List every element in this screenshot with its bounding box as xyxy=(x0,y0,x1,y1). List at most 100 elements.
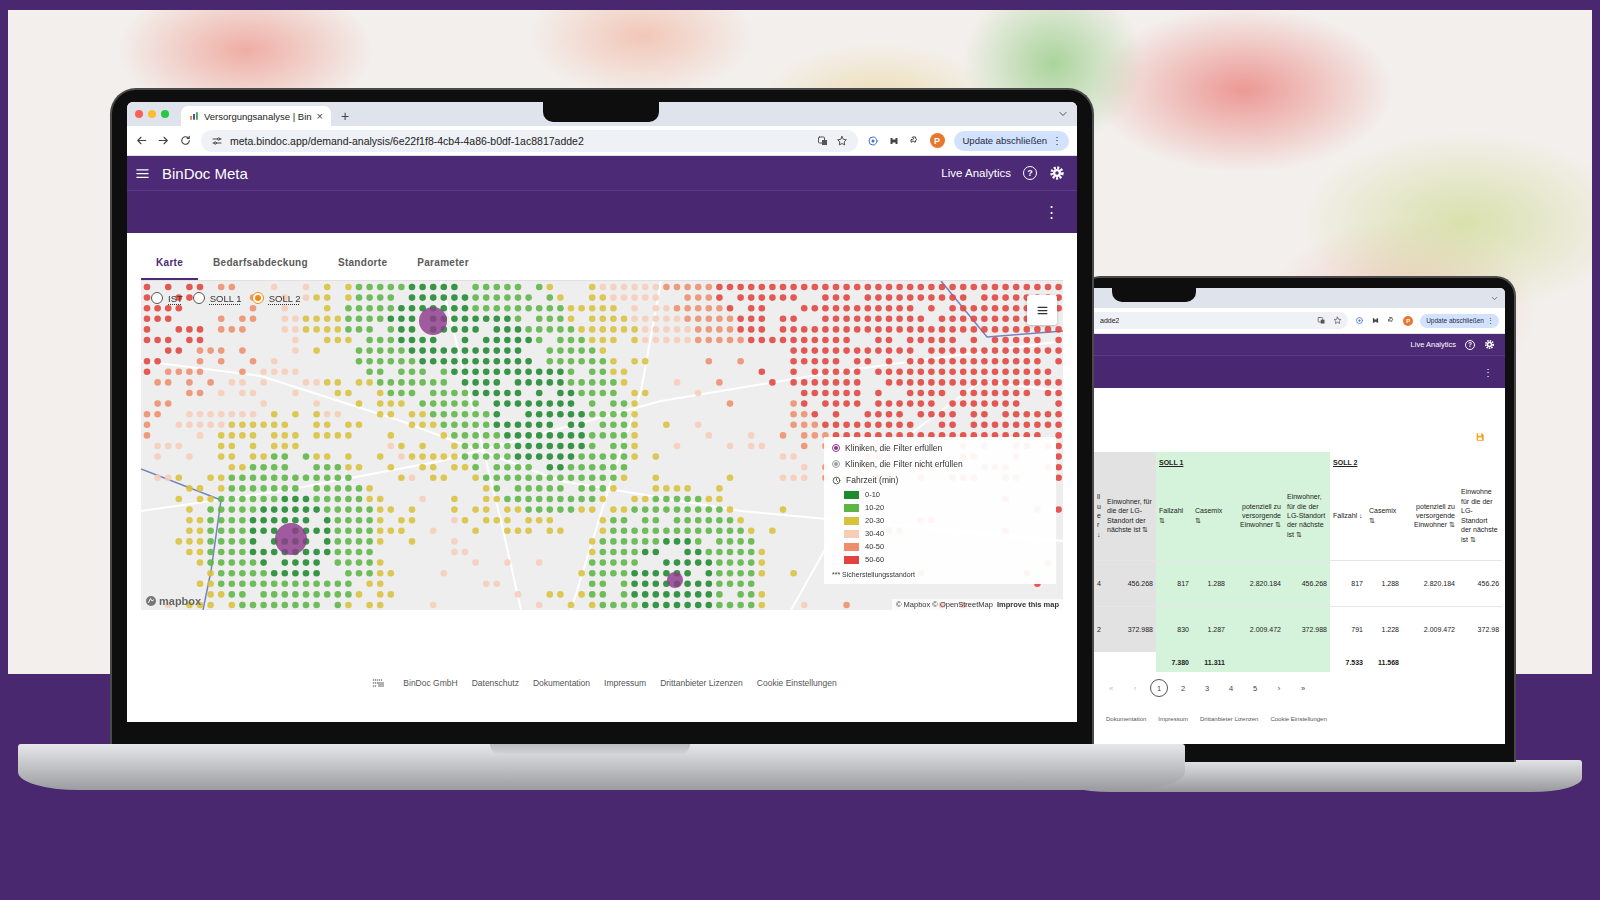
table-cell: 4 xyxy=(1094,560,1104,606)
update-menu: ⋮ xyxy=(1052,135,1062,146)
extension-icon[interactable] xyxy=(867,135,879,147)
update-button[interactable]: Update abschließen⋮ xyxy=(954,131,1070,151)
tab-search-chevron-icon[interactable] xyxy=(1490,294,1499,303)
save-icon[interactable] xyxy=(1475,432,1485,442)
radio-button[interactable] xyxy=(193,292,205,304)
site-settings-icon[interactable] xyxy=(211,135,223,147)
new-tab-button[interactable]: + xyxy=(341,109,349,123)
translate-icon[interactable] xyxy=(1317,316,1326,325)
table-cell: 2.009.472 xyxy=(1402,606,1458,652)
tab-search-chevron-icon[interactable] xyxy=(1057,108,1069,120)
browser-tab[interactable]: Versorgungsanalyse | BinDoc× xyxy=(181,106,331,126)
clinic-pin[interactable] xyxy=(419,307,447,335)
header-row: ll u e r ↓Einwohner, für die der LG-Stan… xyxy=(1094,472,1502,560)
sub-bar: ⋮ xyxy=(1094,355,1505,388)
scenario-radio[interactable]: IST xyxy=(149,291,185,305)
map-legend: Kliniken, die Filter erfüllenKliniken, d… xyxy=(824,437,1056,584)
page-button[interactable]: › xyxy=(1270,679,1288,697)
map-menu-button[interactable] xyxy=(1027,295,1057,325)
more-menu[interactable]: ⋮ xyxy=(1044,203,1059,221)
column-header[interactable]: Einwohner, für die der LG-Standort der n… xyxy=(1284,472,1330,560)
scenario-radio[interactable]: SOLL 1 xyxy=(191,291,244,305)
footer-link[interactable]: Dokumentation xyxy=(533,678,590,688)
nav-tab[interactable]: Karte xyxy=(141,247,198,280)
map: IST SOLL 1 SOLL 2 Kliniken, die Filter erfü… xyxy=(141,281,1063,610)
back-screen: adde2 P Update abschließen⋮ Live Analytics?… xyxy=(1094,288,1505,744)
translate-icon[interactable] xyxy=(817,135,829,147)
attribution-text[interactable]: © Mapbox © OpenStreetMap xyxy=(896,600,993,609)
nav-tab[interactable]: Standorte xyxy=(323,247,402,280)
maximize-window-button[interactable] xyxy=(161,110,169,118)
column-header[interactable]: Casemix ⇅ xyxy=(1192,472,1228,560)
page-button[interactable]: 4 xyxy=(1222,679,1240,697)
footer-link[interactable]: Drittanbieter Lizenzen xyxy=(660,678,743,688)
footer-link[interactable]: Impressum xyxy=(1158,716,1188,726)
footer-link[interactable]: Cookie Einstellungen xyxy=(757,678,837,688)
page-button[interactable]: » xyxy=(1294,679,1312,697)
column-header[interactable]: Fallzahl ⇅ xyxy=(1156,472,1192,560)
reload-icon[interactable] xyxy=(179,134,192,147)
radio-button[interactable] xyxy=(252,292,264,304)
address-bar[interactable]: meta.bindoc.app/demand-analysis/6e22f1f8… xyxy=(201,130,858,152)
table-row[interactable]: 2372.9888301.2872.009.472372.9887911.228… xyxy=(1094,606,1502,652)
footer-link[interactable]: Cookie Einstellungen xyxy=(1270,716,1326,726)
puzzle-icon[interactable] xyxy=(1387,316,1396,325)
legend-label: Kliniken, die Filter erfüllen xyxy=(845,443,942,453)
map-attribution: © Mapbox © OpenStreetMap Improve this map xyxy=(892,599,1063,610)
footer-link[interactable]: Datenschutz xyxy=(472,678,519,688)
gear-icon[interactable] xyxy=(1049,165,1065,181)
clinic-pin[interactable] xyxy=(667,572,683,588)
extension-icon[interactable] xyxy=(1371,316,1380,325)
column-header[interactable]: Fallzahl ↓ xyxy=(1330,472,1366,560)
minimize-window-button[interactable] xyxy=(148,110,156,118)
legend-bin: 30-40 xyxy=(832,529,1048,538)
address-bar[interactable]: adde2 xyxy=(1094,312,1348,329)
column-header[interactable]: potenziell zu versorgende Einwohner ⇅ xyxy=(1228,472,1284,560)
update-button[interactable]: Update abschließen⋮ xyxy=(1420,314,1499,328)
extension-icon[interactable] xyxy=(888,135,900,147)
column-header[interactable]: Einwohner, für die der LG-Standort der n… xyxy=(1104,472,1156,560)
page-button[interactable]: 1 xyxy=(1150,679,1168,697)
radio-button[interactable] xyxy=(151,292,163,304)
footer-link[interactable]: Dokumentation xyxy=(1106,716,1146,726)
gear-icon[interactable] xyxy=(1484,339,1495,350)
column-header[interactable]: Casemix ⇅ xyxy=(1366,472,1402,560)
bookmark-star-icon[interactable] xyxy=(1333,316,1342,325)
tab-bar: KarteBedarfsabdeckung Standorte Parameter xyxy=(141,247,1063,281)
help-button[interactable]: ? xyxy=(1023,166,1037,180)
profile-avatar[interactable]: P xyxy=(930,133,945,148)
tab-close-button[interactable]: × xyxy=(317,110,323,122)
hamburger-menu-icon[interactable] xyxy=(135,166,150,181)
column-header[interactable]: Einwohne für die der LG- Standort der nä… xyxy=(1458,472,1502,560)
more-menu[interactable]: ⋮ xyxy=(1483,367,1493,378)
footer-link[interactable]: Impressum xyxy=(604,678,646,688)
forward-arrow-icon[interactable] xyxy=(157,134,170,147)
front-laptop-base xyxy=(18,744,1185,790)
scenario-radio[interactable]: SOLL 2 xyxy=(250,291,303,305)
clinic-pin[interactable] xyxy=(275,523,307,555)
back-arrow-icon[interactable] xyxy=(135,134,148,147)
page-button[interactable]: 3 xyxy=(1198,679,1216,697)
total-cell xyxy=(1284,652,1330,672)
page-button[interactable]: 5 xyxy=(1246,679,1264,697)
page-button[interactable]: 2 xyxy=(1174,679,1192,697)
front-laptop: Versorgungsanalyse | BinDoc× + meta.bindoc… xyxy=(110,88,1094,746)
improve-map-link[interactable]: Improve this map xyxy=(997,600,1059,609)
nav-tab[interactable]: Parameter xyxy=(402,247,484,280)
profile-avatar[interactable]: P xyxy=(1403,316,1413,326)
close-window-button[interactable] xyxy=(135,110,143,118)
footer-link[interactable]: Drittanbieter Lizenzen xyxy=(1200,716,1258,726)
footer-company: BinDoc GmbH xyxy=(403,678,457,688)
extension-icon[interactable] xyxy=(1355,316,1364,325)
puzzle-icon[interactable] xyxy=(909,135,921,147)
live-analytics-link[interactable]: Live Analytics xyxy=(941,167,1011,179)
help-button[interactable]: ? xyxy=(1465,340,1475,350)
cell-value: 1.288 xyxy=(1381,580,1399,587)
bookmark-star-icon[interactable] xyxy=(836,135,848,147)
column-header[interactable]: ll u e r ↓ xyxy=(1094,472,1104,560)
live-analytics-link[interactable]: Live Analytics xyxy=(1411,340,1456,349)
table-row[interactable]: 4456.2688171.2882.820.184456.2688171.288… xyxy=(1094,560,1502,606)
nav-tab[interactable]: Bedarfsabdeckung xyxy=(198,247,323,280)
column-header[interactable]: potenziell zu versorgende Einwohner ⇅ xyxy=(1402,472,1458,560)
tab-label: Standorte xyxy=(338,257,387,268)
